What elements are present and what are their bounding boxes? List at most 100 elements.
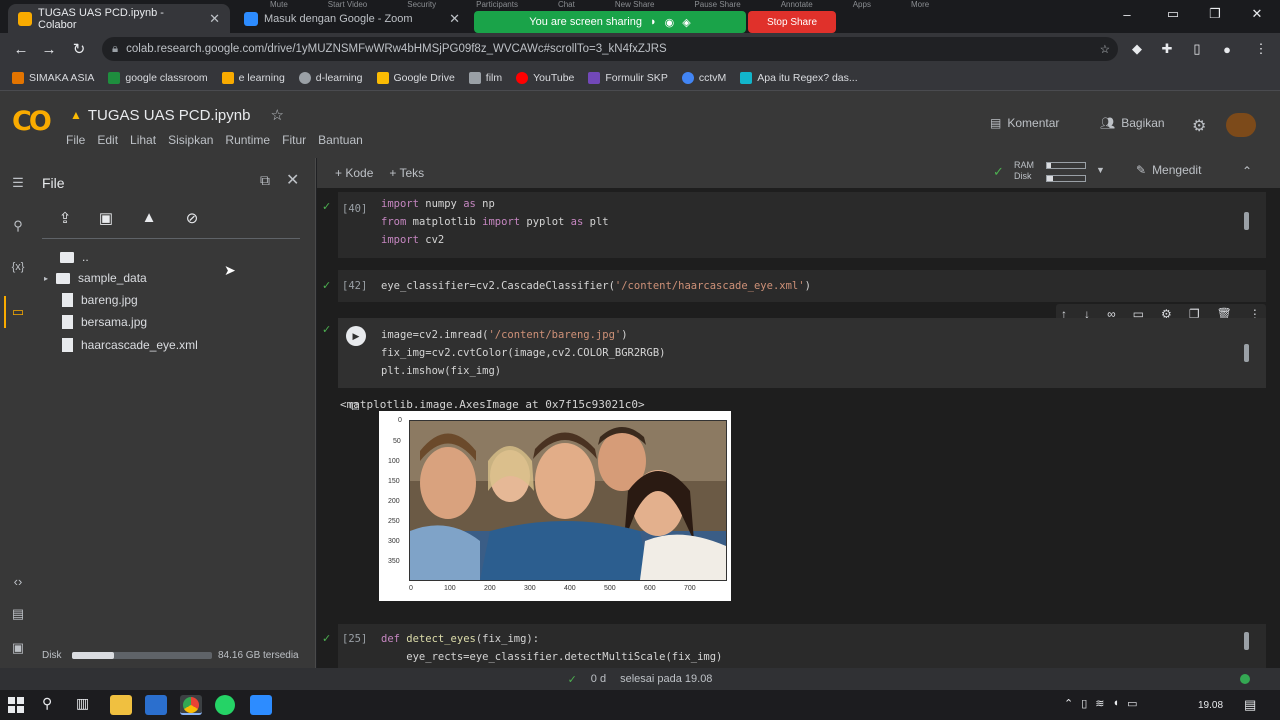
bookmark-star-icon[interactable]: ☆	[1100, 42, 1110, 56]
code-line[interactable]: fix_img=cv2.cvtColor(image,cv2.COLOR_BGR…	[381, 344, 665, 362]
bookmark-item[interactable]: google classroom	[108, 71, 208, 84]
bookmark-item[interactable]: d-learning	[298, 71, 363, 84]
wifi-icon[interactable]: ≋	[1095, 697, 1104, 710]
restore-icon[interactable]: ▭	[1158, 4, 1188, 24]
code-line[interactable]: plt.imshow(fix_img)	[381, 362, 501, 380]
windows-start-icon[interactable]	[8, 697, 24, 713]
file-row-bareng[interactable]: bareng.jpg	[62, 290, 138, 310]
zoom-toolbar-item[interactable]: Participants	[476, 0, 518, 9]
code-cell-active[interactable]: ▶ image=cv2.imread('/content/bareng.jpg'…	[338, 318, 1266, 388]
file-row-haarcascade[interactable]: haarcascade_eye.xml	[62, 335, 198, 355]
taskbar-clock[interactable]: 19.08	[1198, 700, 1223, 711]
search-icon[interactable]: ⚲	[42, 695, 52, 712]
add-code-button[interactable]: + Kode	[335, 166, 373, 180]
battery-icon[interactable]: ▯	[1081, 697, 1087, 710]
code-line[interactable]: from matplotlib import pyplot as plt	[381, 213, 609, 231]
sidepanel-icon[interactable]: ▯	[1186, 39, 1208, 59]
record-icon[interactable]: ◉	[665, 16, 675, 29]
zoom-app-icon[interactable]	[250, 695, 272, 715]
menu-help[interactable]: Bantuan	[318, 133, 363, 147]
file-row-sample-data[interactable]: ▸ sample_data	[44, 268, 147, 288]
kebab-menu-icon[interactable]: ⋮	[1250, 39, 1272, 59]
forward-icon[interactable]: →	[38, 39, 60, 59]
back-icon[interactable]: ←	[10, 39, 32, 59]
menu-edit[interactable]: Edit	[97, 133, 118, 147]
code-cell[interactable]: [42] eye_classifier=cv2.CascadeClassifie…	[338, 270, 1266, 302]
terminal-icon[interactable]: ▣	[8, 640, 28, 660]
code-line[interactable]: eye_classifier=cv2.CascadeClassifier('/c…	[381, 277, 811, 295]
code-line[interactable]: def detect_eyes(fix_img):	[381, 630, 539, 648]
volume-icon[interactable]: ◖	[1113, 697, 1120, 710]
file-row-bersama[interactable]: bersama.jpg	[62, 312, 147, 332]
bookmark-item[interactable]: Formulir SKP	[588, 71, 668, 84]
zoom-toolbar-item[interactable]: More	[911, 0, 929, 9]
maximize-icon[interactable]: ❐	[1200, 4, 1230, 24]
tray-chevron-icon[interactable]: ⌃	[1064, 697, 1073, 710]
bookmark-item[interactable]: Google Drive	[376, 71, 455, 84]
notification-icon[interactable]: ▤	[1244, 697, 1256, 713]
variables-icon[interactable]: {x}	[8, 261, 28, 281]
colab-logo[interactable]: CO	[12, 106, 54, 140]
folder-icon[interactable]: ▭	[8, 304, 28, 324]
store-icon[interactable]	[145, 695, 167, 715]
hide-files-icon[interactable]: ⊘	[182, 209, 202, 229]
command-palette-icon[interactable]: ▤	[8, 606, 28, 626]
bookmark-item[interactable]: film	[468, 71, 502, 84]
ram-meter[interactable]	[1046, 162, 1086, 169]
code-cell[interactable]: [25] def detect_eyes(fix_img): eye_rects…	[338, 624, 1266, 668]
zoom-toolbar-item[interactable]: Apps	[853, 0, 871, 9]
menu-file[interactable]: File	[66, 133, 85, 147]
cell-scrollbar[interactable]	[1244, 212, 1249, 230]
task-view-icon[interactable]: ▥	[76, 695, 89, 712]
bookmark-item[interactable]: cctvM	[681, 71, 726, 84]
code-line[interactable]: eye_rects=eye_classifier.detectMultiScal…	[381, 648, 722, 666]
chrome-icon[interactable]	[180, 695, 202, 715]
bookmark-item[interactable]: YouTube	[516, 71, 574, 84]
file-row-parent[interactable]: ..	[60, 247, 89, 267]
notebook-title[interactable]: TUGAS UAS PCD.ipynb	[88, 107, 251, 124]
editing-button[interactable]: ✎ Mengedit	[1136, 163, 1201, 177]
code-snippets-icon[interactable]: ‹›	[8, 574, 28, 594]
bookmark-item[interactable]: SIMAKA ASIA	[12, 71, 94, 84]
disk-meter[interactable]	[1046, 175, 1086, 182]
mount-drive-icon[interactable]: ▲	[139, 209, 159, 229]
avatar[interactable]	[1226, 113, 1256, 137]
code-line[interactable]: import numpy as np	[381, 195, 495, 213]
add-text-button[interactable]: + Teks	[389, 166, 424, 180]
bookmark-item[interactable]: e learning	[221, 71, 285, 84]
menu-insert[interactable]: Sisipkan	[168, 133, 213, 147]
zoom-toolbar-item[interactable]: Annotate	[781, 0, 813, 9]
zoom-toolbar-item[interactable]: New Share	[615, 0, 655, 9]
menu-tools[interactable]: Fitur	[282, 133, 306, 147]
close-window-icon[interactable]: ✕	[1242, 4, 1272, 24]
bookmark-item[interactable]: Apa itu Regex? das...	[740, 71, 858, 84]
expand-chevron-icon[interactable]: ▸	[44, 274, 48, 283]
cell-scrollbar[interactable]	[1244, 344, 1249, 362]
tab-close-icon[interactable]: ✕	[449, 11, 460, 27]
code-cell[interactable]: [40] import numpy as np from matplotlib …	[338, 192, 1266, 258]
star-icon[interactable]: ☆	[270, 106, 283, 124]
comment-button[interactable]: ▤ Komentar	[990, 116, 1059, 130]
menu-runtime[interactable]: Runtime	[225, 133, 270, 147]
puzzle-icon[interactable]: ✚	[1156, 39, 1178, 59]
new-folder-icon[interactable]: ▣	[96, 209, 116, 229]
share-button[interactable]: 👥︎ Bagikan	[1100, 116, 1165, 130]
shield-icon[interactable]: ◈	[682, 16, 690, 29]
chevron-up-icon[interactable]: ⌃	[1242, 164, 1252, 178]
zoom-toolbar-item[interactable]: Chat	[558, 0, 575, 9]
zoom-toolbar-item[interactable]: Pause Share	[694, 0, 740, 9]
language-icon[interactable]: ▭	[1127, 697, 1137, 710]
upload-file-icon[interactable]: ⇪	[55, 209, 75, 229]
url-bar[interactable]: 🔒︎ colab.research.google.com/drive/1yMUZ…	[102, 37, 1118, 61]
tab-zoom[interactable]: Masuk dengan Google - Zoom ✕	[234, 4, 470, 33]
profile-icon[interactable]: ●	[1216, 39, 1238, 59]
menu-view[interactable]: Lihat	[130, 133, 156, 147]
stop-share-button[interactable]: Stop Share	[748, 11, 836, 33]
cell-scrollbar[interactable]	[1244, 632, 1249, 650]
code-line[interactable]: image=cv2.imread('/content/bareng.jpg')	[381, 326, 628, 344]
extension-icon[interactable]: ◆	[1126, 39, 1148, 59]
whatsapp-icon[interactable]	[215, 695, 235, 715]
minimize-icon[interactable]: –	[1112, 4, 1142, 24]
tab-close-icon[interactable]: ✕	[209, 11, 220, 27]
toc-icon[interactable]: ☰	[8, 175, 28, 195]
